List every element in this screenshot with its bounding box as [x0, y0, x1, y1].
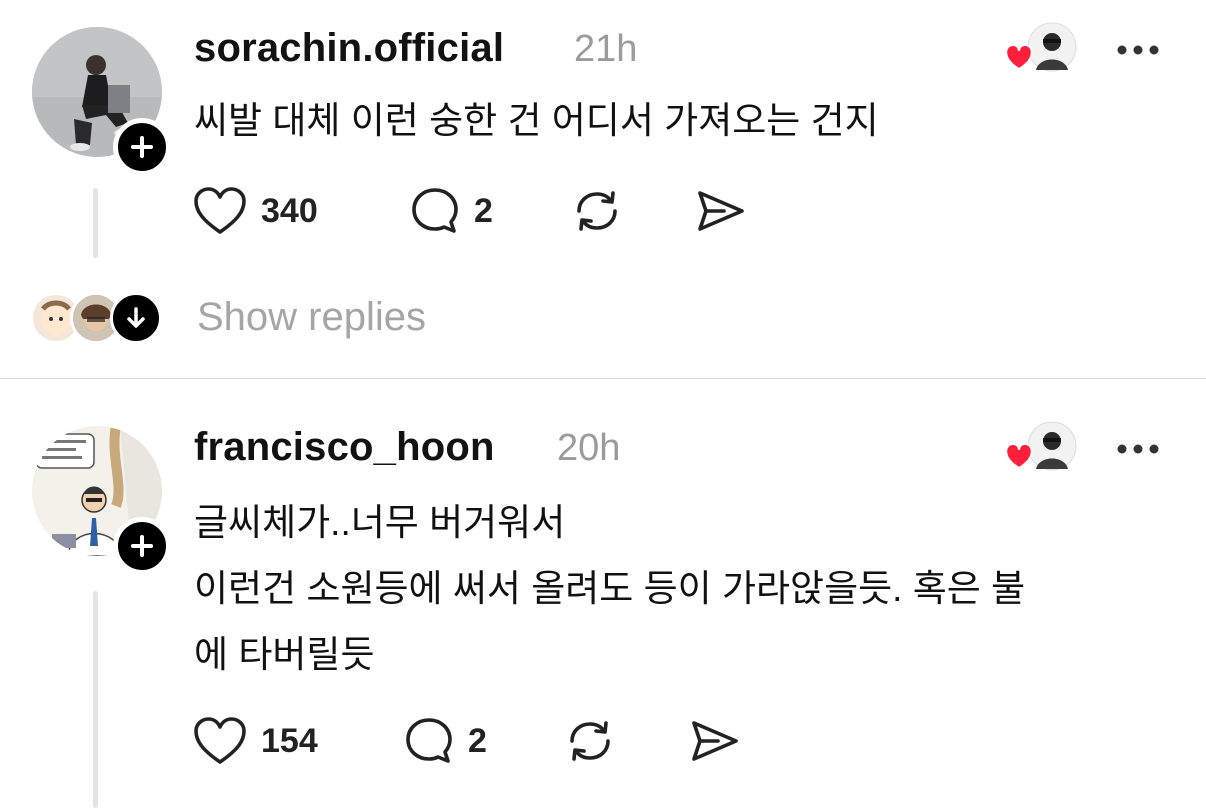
show-replies-arrow-badge[interactable]	[110, 292, 162, 344]
like-button[interactable]: 340	[193, 186, 318, 236]
thread-post-2: francisco_hoon 20h 글씨체가..너무 버거워서 이런건 소원등…	[0, 379, 1206, 808]
arrow-down-icon	[127, 307, 145, 328]
reply-count: 2	[474, 191, 493, 230]
more-options-icon[interactable]	[1114, 439, 1162, 459]
comment-bubble-icon	[412, 188, 458, 233]
author-username[interactable]: sorachin.official	[194, 26, 504, 71]
author-username[interactable]: francisco_hoon	[194, 425, 495, 470]
repost-icon[interactable]	[570, 186, 624, 236]
reply-button[interactable]: 2	[410, 186, 493, 236]
heart-icon	[1005, 43, 1033, 71]
post-text-line: 이런건 소원등에 써서 올려도 등이 가라앉을듯. 혹은 불	[194, 568, 1026, 609]
like-count: 340	[261, 191, 318, 230]
follow-button[interactable]	[113, 517, 171, 575]
liked-by-author-indicator	[1003, 20, 1077, 80]
post-text: 씨발 대체 이런 숭한 건 어디서 가져오는 건지	[194, 93, 879, 149]
plus-icon	[131, 535, 153, 557]
liked-by-author-indicator	[1003, 419, 1077, 479]
show-replies-link[interactable]: Show replies	[197, 295, 426, 340]
post-text-line: 글씨체가..너무 버거워서	[194, 502, 566, 543]
comment-bubble-icon	[406, 718, 452, 763]
share-send-icon[interactable]	[694, 188, 748, 234]
reply-button[interactable]: 2	[404, 716, 487, 766]
heart-outline-icon	[194, 187, 246, 234]
thread-connector-line	[93, 188, 98, 258]
post-timestamp: 20h	[557, 427, 621, 469]
thread-connector-line	[93, 591, 98, 808]
more-options-icon[interactable]	[1114, 40, 1162, 60]
reply-count: 2	[468, 721, 487, 760]
thread-post-1: sorachin.official 21h 씨발 대체 이런 숭한 건 어디서 …	[0, 0, 1206, 378]
share-send-icon[interactable]	[688, 718, 742, 764]
heart-icon	[1005, 442, 1033, 470]
repost-icon[interactable]	[563, 716, 617, 766]
post-timestamp: 21h	[574, 28, 638, 70]
follow-button[interactable]	[113, 118, 171, 176]
post-text-line: 에 타버릴듯	[194, 634, 375, 675]
heart-outline-icon	[194, 717, 246, 764]
like-count: 154	[261, 721, 318, 760]
post-text: 글씨체가..너무 버거워서 이런건 소원등에 써서 올려도 등이 가라앉을듯. …	[194, 490, 1025, 688]
plus-icon	[131, 136, 153, 158]
like-button[interactable]: 154	[193, 716, 318, 766]
post-text-line: 씨발 대체 이런 숭한 건 어디서 가져오는 건지	[194, 100, 879, 141]
